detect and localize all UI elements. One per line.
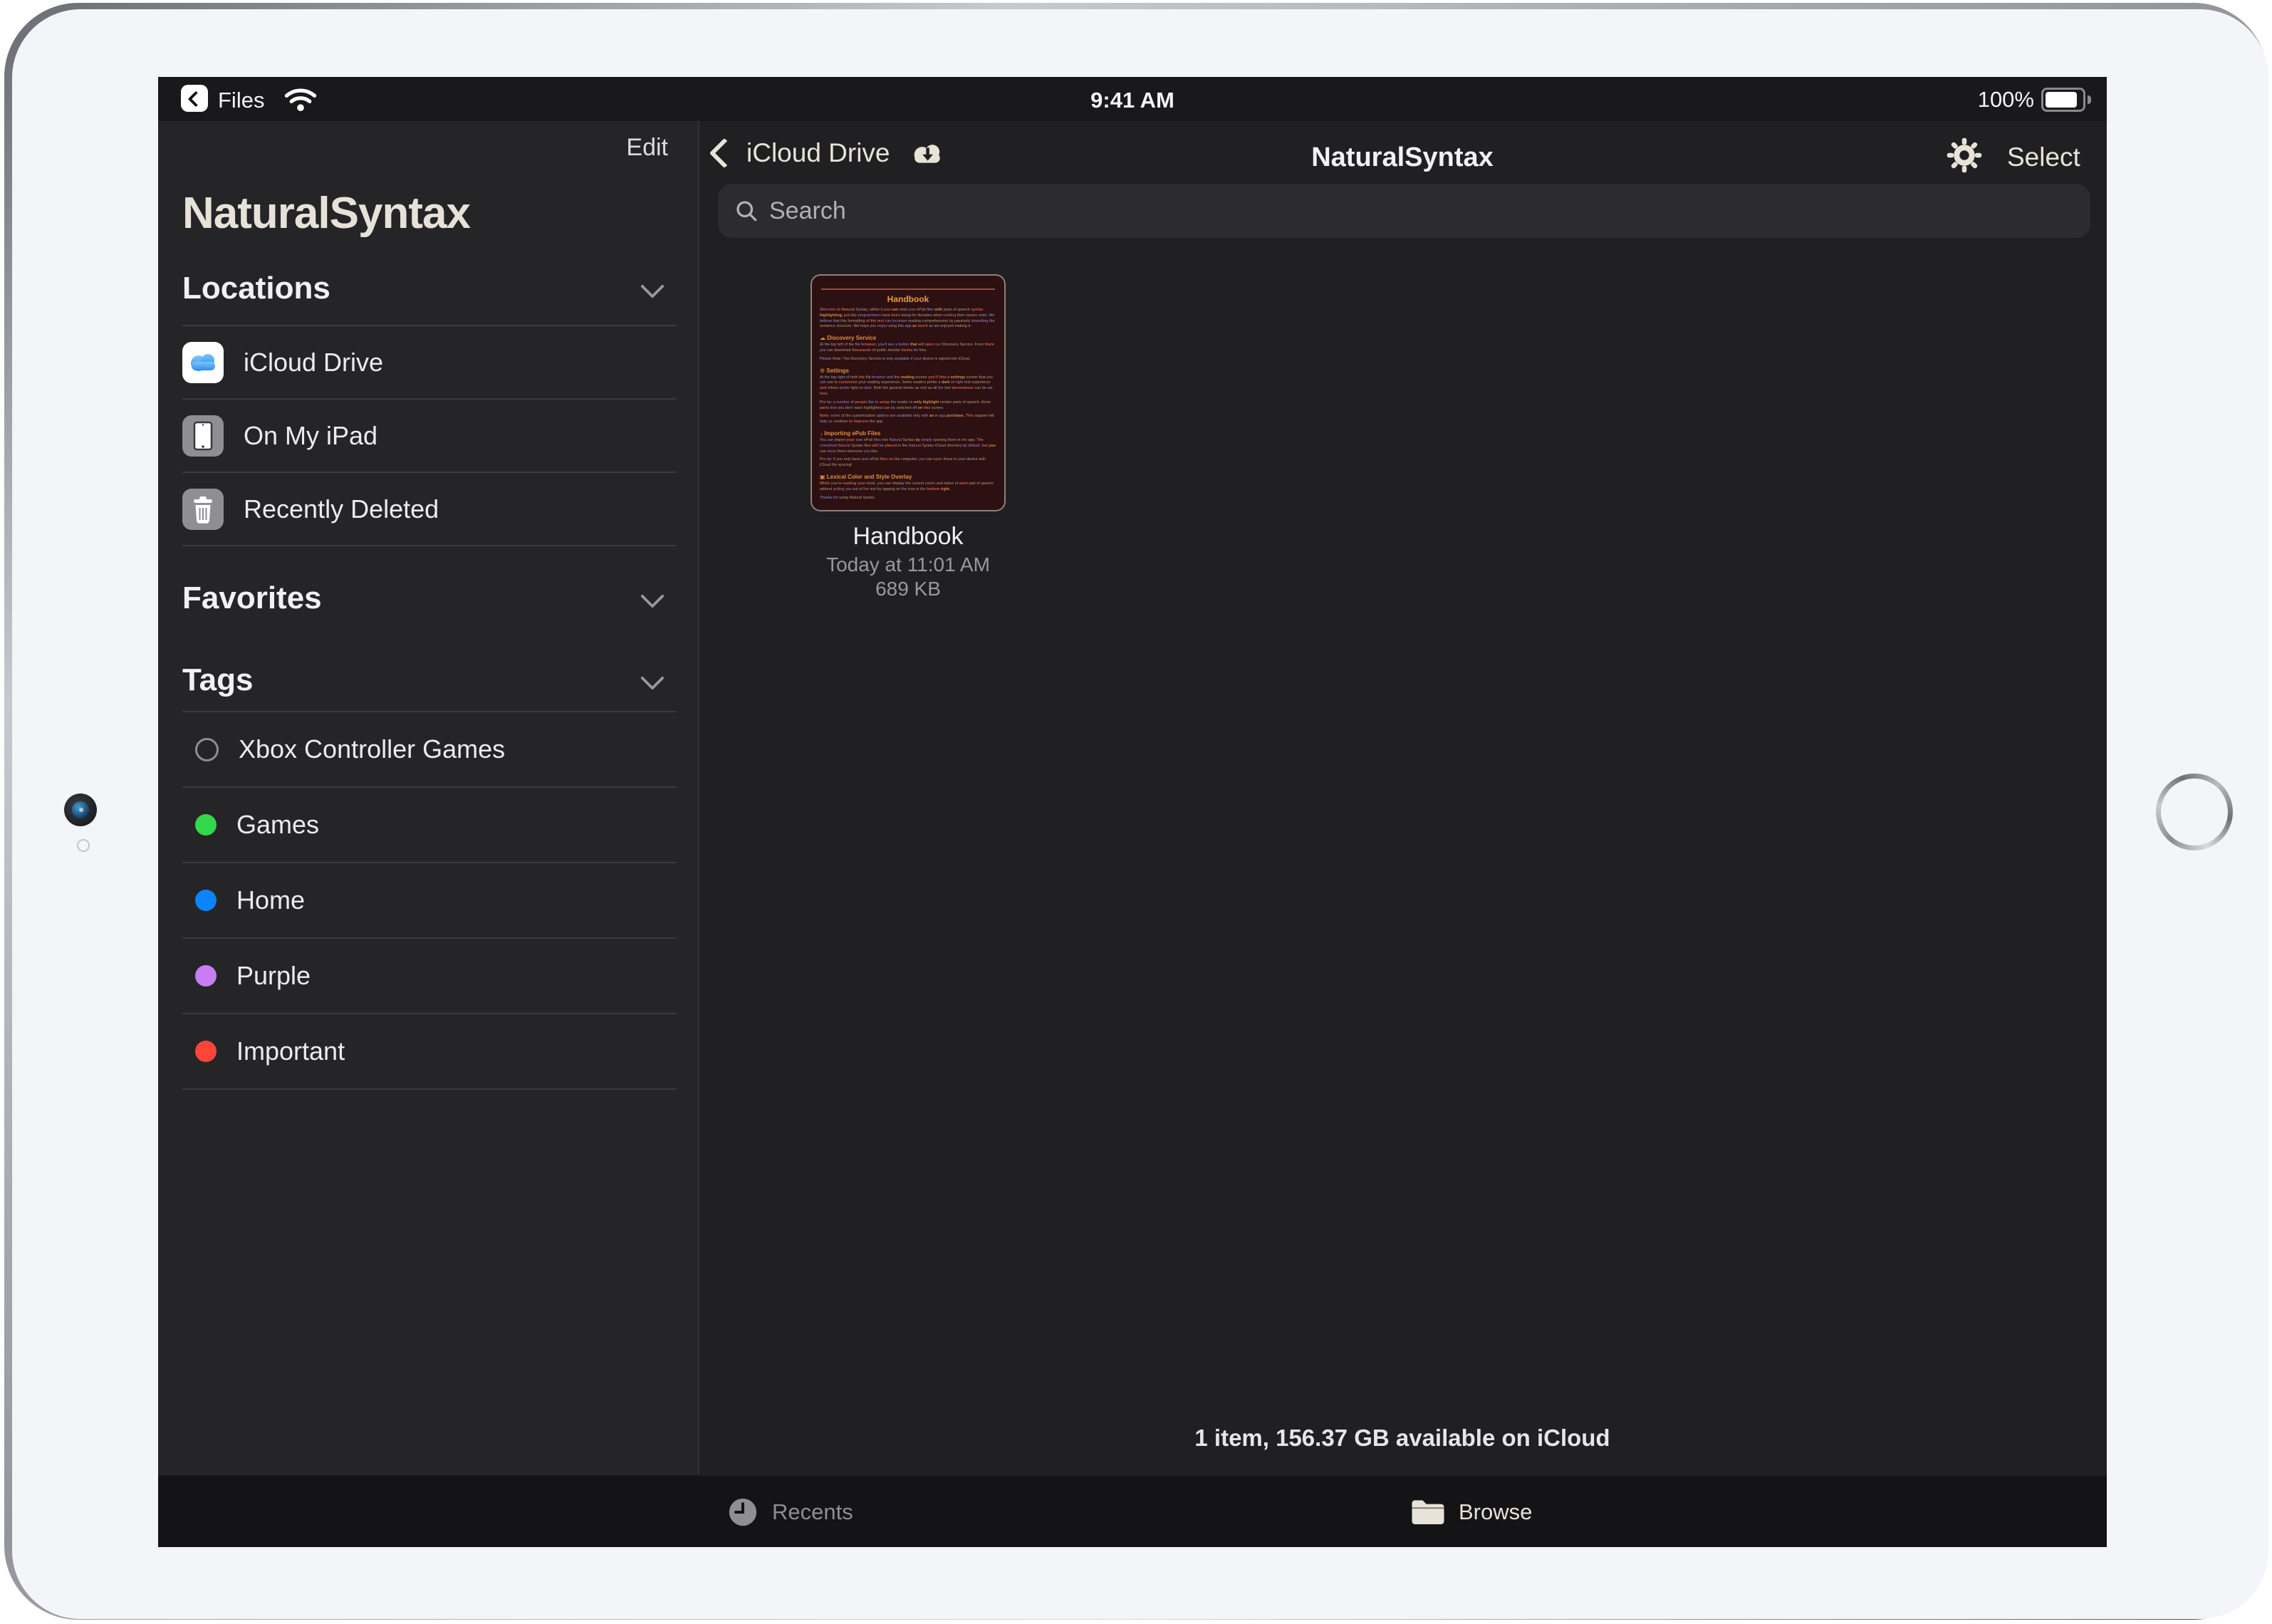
tag-item-home[interactable]: Home [182,863,677,939]
app-title: NaturalSyntax [182,188,470,239]
tag-dot-icon [195,965,217,987]
folder-icon [1410,1497,1446,1527]
chevron-down-icon [640,666,665,690]
tag-dot-icon [195,1041,217,1062]
light-sensor [77,839,90,852]
file-name: Handbook [769,523,1047,551]
chevron-down-icon [640,584,665,608]
clock-icon [726,1496,759,1529]
back-chevron-icon [709,138,739,168]
cloud-download-icon[interactable] [909,140,946,167]
sidebar-item-recently-deleted[interactable]: Recently Deleted [182,473,677,546]
ipad-icon [182,415,224,457]
sidebar: Edit NaturalSyntax Locations iCloud D [158,121,698,1474]
section-header-locations[interactable]: Locations [182,271,674,306]
edit-button[interactable]: Edit [626,134,668,162]
tag-item-games[interactable]: Games [182,788,677,863]
file-preview-body: Welcome to Natural Syntax, within it you… [820,308,996,501]
tag-item-important[interactable]: Important [182,1014,677,1090]
search-placeholder: Search [769,197,846,225]
sidebar-item-on-my-ipad[interactable]: On My iPad [182,400,677,473]
select-button[interactable]: Select [2007,142,2080,172]
file-thumbnail: Handbook Welcome to Natural Syntax, with… [811,274,1006,511]
battery-percent: 100% [1978,87,2034,113]
tab-recents[interactable]: Recents [726,1476,853,1547]
tab-bar: Recents Browse [158,1474,2107,1547]
settings-button[interactable] [1946,137,1983,174]
tab-browse[interactable]: Browse [1410,1476,1532,1547]
preview-title: Handbook [820,294,996,304]
search-icon [734,198,759,224]
icloud-drive-icon [182,342,224,383]
screen: Files 9:41 AM 100% Edit NaturalSyntax Lo… [158,77,2107,1547]
file-size: 689 KB [769,578,1047,600]
tag-circle-icon [195,738,219,761]
tag-item-purple[interactable]: Purple [182,939,677,1014]
section-header-favorites[interactable]: Favorites [182,581,674,616]
item-count-summary: 1 item, 156.37 GB available on iCloud [698,1425,2107,1452]
sidebar-divider [698,121,699,1474]
sidebar-item-icloud-drive[interactable]: iCloud Drive [182,326,677,400]
trash-icon [182,489,224,530]
file-modified: Today at 11:01 AM [769,553,1047,576]
front-camera [64,793,97,826]
tag-dot-icon [195,814,217,836]
search-input[interactable]: Search [718,184,2090,238]
home-button[interactable] [2156,774,2233,850]
status-time: 9:41 AM [158,88,2107,113]
section-header-tags[interactable]: Tags [182,662,674,698]
tag-item-xbox-controller-games[interactable]: Xbox Controller Games [182,712,677,788]
back-button[interactable]: iCloud Drive [714,138,946,168]
battery-icon [2041,88,2085,112]
chevron-down-icon [640,274,665,298]
gear-icon [1946,137,1983,174]
status-bar: Files 9:41 AM 100% [158,77,2107,121]
tag-dot-icon [195,890,217,911]
